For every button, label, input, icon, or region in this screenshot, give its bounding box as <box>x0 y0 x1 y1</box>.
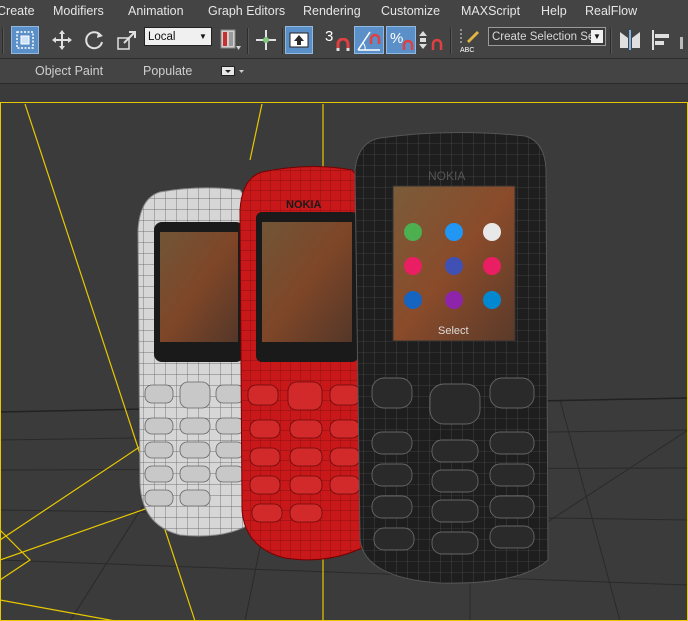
menu-bar: Create Modifiers Animation Graph Editors… <box>0 0 688 22</box>
toolbar-separator <box>282 28 284 54</box>
menu-animation[interactable]: Animation <box>128 4 184 18</box>
viewport-label-bar <box>0 84 688 102</box>
rotate-button[interactable] <box>82 26 108 54</box>
select-manipulate-icon <box>256 30 276 50</box>
select-region-icon <box>16 31 34 49</box>
menu-maxscript[interactable]: MAXScript <box>461 4 520 18</box>
move-button[interactable] <box>48 26 76 54</box>
softkey-label: Select <box>438 325 469 337</box>
svg-text:ABC: ABC <box>460 47 474 53</box>
edit-named-selection-icon: ABC <box>460 29 479 53</box>
red-phone-brand: NOKIA <box>286 199 322 211</box>
black-phone-brand: NOKIA <box>428 169 465 183</box>
keyboard-shortcut-button[interactable] <box>285 26 313 54</box>
chevron-down-icon: ▼ <box>199 32 207 41</box>
snap-toggle-icon <box>336 38 350 51</box>
percent-snap-button[interactable]: % <box>386 26 416 54</box>
keyboard-shortcut-icon <box>289 32 309 48</box>
edit-named-selection-button[interactable]: ABC <box>456 26 482 54</box>
toolbar-overflow-icon[interactable] <box>680 36 688 49</box>
align-icon <box>652 30 669 50</box>
red-phone-model: NOKIA <box>239 165 369 561</box>
angle-snap-icon <box>357 31 381 51</box>
ribbon-options-button[interactable] <box>221 65 245 77</box>
reference-coord-dropdown[interactable]: Local ▼ <box>144 27 212 46</box>
menu-customize[interactable]: Customize <box>381 4 440 18</box>
menu-graph-editors[interactable]: Graph Editors <box>208 4 285 18</box>
ribbon-options-icon <box>221 66 244 76</box>
spinner-snap-button[interactable] <box>418 26 446 54</box>
viewport-scene: NOKIA NOKIA Select <box>0 103 688 621</box>
pivot-icon <box>220 29 241 50</box>
named-selection-input[interactable]: Create Selection Se <box>492 31 594 43</box>
percent-snap-icon: % <box>390 30 414 50</box>
chevron-down-icon: ▼ <box>591 30 603 43</box>
scale-icon <box>117 31 136 50</box>
mirror-button[interactable] <box>616 26 644 54</box>
menu-modifiers[interactable]: Modifiers <box>53 4 104 18</box>
menu-rendering[interactable]: Rendering <box>303 4 361 18</box>
white-phone-model <box>137 187 257 537</box>
ribbon: Object Paint Populate <box>0 59 688 84</box>
align-button[interactable] <box>648 26 676 54</box>
snap-value: 3 <box>325 28 334 45</box>
menu-create[interactable]: Create <box>0 4 35 18</box>
toolbar-separator <box>610 28 612 54</box>
menu-realflow[interactable]: RealFlow <box>585 4 637 18</box>
snap-toggle-button[interactable]: 3 <box>322 26 352 54</box>
phone-screen-icons <box>404 223 501 309</box>
toolbar-separator <box>2 28 4 54</box>
select-region-button[interactable] <box>11 26 39 54</box>
toolbar-separator <box>247 28 249 54</box>
ribbon-tab-populate[interactable]: Populate <box>143 64 192 78</box>
pivot-button[interactable] <box>217 26 243 54</box>
named-selection-dropdown[interactable]: Create Selection Se ▼ <box>488 27 606 46</box>
rotate-icon <box>85 31 103 50</box>
ribbon-tab-object-paint[interactable]: Object Paint <box>35 64 103 78</box>
svg-text:%: % <box>390 30 403 47</box>
move-icon <box>52 30 72 50</box>
reference-coord-value: Local <box>148 30 176 43</box>
angle-snap-button[interactable] <box>354 26 384 54</box>
perspective-viewport[interactable]: NOKIA NOKIA Select <box>0 102 688 621</box>
scale-button[interactable] <box>114 26 140 54</box>
black-phone-model: NOKIA Select <box>354 131 549 584</box>
toolbar-separator <box>450 28 452 54</box>
mirror-icon <box>620 30 640 50</box>
menu-help[interactable]: Help <box>541 4 567 18</box>
spinner-snap-icon <box>419 31 443 50</box>
select-manipulate-button[interactable] <box>253 26 279 54</box>
main-toolbar: Local ▼ 3 % ABC Create Selection Se ▼ <box>0 22 688 59</box>
